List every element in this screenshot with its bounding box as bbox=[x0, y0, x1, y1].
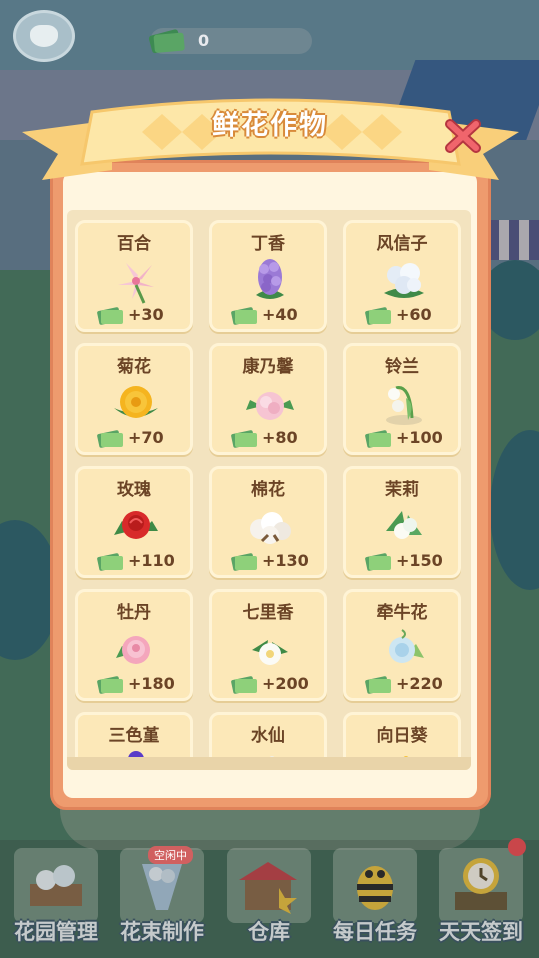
crop-card-jasmine[interactable]: 茉莉 +150 bbox=[343, 466, 461, 578]
money-icon bbox=[365, 553, 391, 571]
crop-reward: +220 bbox=[396, 674, 443, 693]
notification-dot bbox=[508, 838, 526, 856]
lily-of-the-valley-icon bbox=[386, 386, 422, 425]
money-icon bbox=[97, 307, 123, 325]
narcissus-icon bbox=[269, 756, 275, 757]
money-icon bbox=[365, 307, 391, 325]
crop-name: 菊花 bbox=[117, 357, 151, 377]
crop-name: 向日葵 bbox=[376, 726, 428, 746]
crop-reward: +70 bbox=[128, 428, 164, 447]
panel-title: 鲜花作物 bbox=[212, 110, 328, 141]
rose-icon bbox=[114, 511, 158, 539]
nav-label: 花束制作 bbox=[120, 920, 204, 944]
crop-name: 水仙 bbox=[251, 726, 285, 746]
idle-badge: 空闲中 bbox=[148, 846, 193, 864]
cash-amount: 0 bbox=[198, 31, 210, 50]
hyacinth-icon bbox=[384, 263, 424, 298]
lily-icon bbox=[118, 263, 154, 304]
crop-reward: +130 bbox=[262, 551, 309, 570]
crop-reward: +30 bbox=[128, 305, 164, 324]
crop-card-carnation[interactable]: 康乃馨 +80 bbox=[209, 343, 327, 455]
crop-name: 牵牛花 bbox=[376, 603, 428, 623]
nav-warehouse[interactable]: 仓库 bbox=[219, 840, 319, 950]
crop-card-rose[interactable]: 玫瑰 +110 bbox=[75, 466, 193, 578]
crop-name: 百合 bbox=[117, 234, 151, 254]
crop-name: 玫瑰 bbox=[117, 480, 151, 500]
lilac-icon bbox=[256, 259, 284, 299]
jasmine-icon bbox=[386, 511, 422, 539]
carnation-icon bbox=[246, 392, 294, 420]
bottom-nav: 花园管理 花束制作 仓库 每日任务 天天签到 bbox=[0, 840, 539, 958]
crop-name: 七里香 bbox=[242, 603, 294, 623]
crop-card-morning-glory[interactable]: 牵牛花 +220 bbox=[343, 589, 461, 701]
peony-icon bbox=[116, 636, 150, 664]
crop-reward: +100 bbox=[396, 428, 443, 447]
chrysanthemum-icon bbox=[114, 386, 158, 418]
bee-icon bbox=[357, 866, 393, 910]
money-icon bbox=[231, 307, 257, 325]
murraya-icon bbox=[252, 640, 288, 665]
nav-label: 每日任务 bbox=[333, 920, 417, 944]
money-icon bbox=[365, 430, 391, 448]
crop-name: 康乃馨 bbox=[242, 357, 294, 377]
nav-garden-management[interactable]: 花园管理 bbox=[6, 840, 106, 950]
clock-icon bbox=[455, 858, 507, 910]
crop-card-lily-of-the-valley[interactable]: 铃兰 +100 bbox=[343, 343, 461, 455]
crop-card-chrysanthemum[interactable]: 菊花 +70 bbox=[75, 343, 193, 455]
crop-reward: +60 bbox=[396, 305, 432, 324]
money-icon bbox=[365, 676, 391, 694]
money-icon bbox=[231, 553, 257, 571]
crop-name: 牡丹 bbox=[117, 603, 151, 623]
crop-reward: +80 bbox=[262, 428, 298, 447]
player-avatar[interactable] bbox=[13, 10, 75, 62]
crop-reward: +200 bbox=[262, 674, 309, 693]
nav-label: 天天签到 bbox=[439, 920, 523, 944]
crop-card-hyacinth[interactable]: 风信子 +60 bbox=[343, 220, 461, 332]
money-icon bbox=[231, 676, 257, 694]
crop-reward: +150 bbox=[396, 551, 443, 570]
morning-glory-icon bbox=[389, 629, 424, 663]
crop-name: 三色堇 bbox=[108, 726, 160, 746]
crop-name: 茉莉 bbox=[385, 480, 419, 500]
money-icon bbox=[231, 430, 257, 448]
cash-icon bbox=[148, 29, 185, 54]
nav-label: 花园管理 bbox=[14, 920, 98, 944]
crop-name: 丁香 bbox=[251, 234, 285, 254]
crop-card-peony[interactable]: 牡丹 +180 bbox=[75, 589, 193, 701]
cotton-icon bbox=[250, 512, 291, 544]
crop-reward: +180 bbox=[128, 674, 175, 693]
crop-card-pansy[interactable]: 三色堇 bbox=[75, 712, 193, 757]
nav-daily-tasks[interactable]: 每日任务 bbox=[325, 840, 425, 950]
grid-scroll-edge bbox=[67, 757, 471, 770]
money-icon bbox=[97, 553, 123, 571]
crop-card-cotton[interactable]: 棉花 +130 bbox=[209, 466, 327, 578]
crop-card-lily[interactable]: 百合 +30 bbox=[75, 220, 193, 332]
nav-daily-checkin[interactable]: 天天签到 bbox=[431, 840, 531, 950]
money-icon bbox=[97, 676, 123, 694]
crop-card-sunflower[interactable]: 向日葵 bbox=[343, 712, 461, 757]
crop-card-murraya[interactable]: 七里香 +200 bbox=[209, 589, 327, 701]
crop-name: 风信子 bbox=[376, 234, 428, 254]
garden-icon bbox=[30, 865, 82, 906]
crop-card-lilac[interactable]: 丁香 +40 bbox=[209, 220, 327, 332]
nav-label: 仓库 bbox=[248, 920, 290, 944]
crop-name: 铃兰 bbox=[385, 357, 419, 377]
warehouse-icon bbox=[239, 862, 297, 914]
sunflower-icon bbox=[403, 756, 409, 757]
crop-card-narcissus[interactable]: 水仙 bbox=[209, 712, 327, 757]
crop-reward: +110 bbox=[128, 551, 175, 570]
crop-reward: +40 bbox=[262, 305, 298, 324]
crop-name: 棉花 bbox=[251, 480, 285, 500]
money-icon bbox=[97, 430, 123, 448]
pansy-icon bbox=[128, 751, 144, 757]
close-icon[interactable] bbox=[442, 116, 484, 156]
crop-grid[interactable]: 百合 +30 丁香 +40 风信子 +60 菊花 +70 康乃馨 +80 铃兰 … bbox=[67, 210, 471, 770]
